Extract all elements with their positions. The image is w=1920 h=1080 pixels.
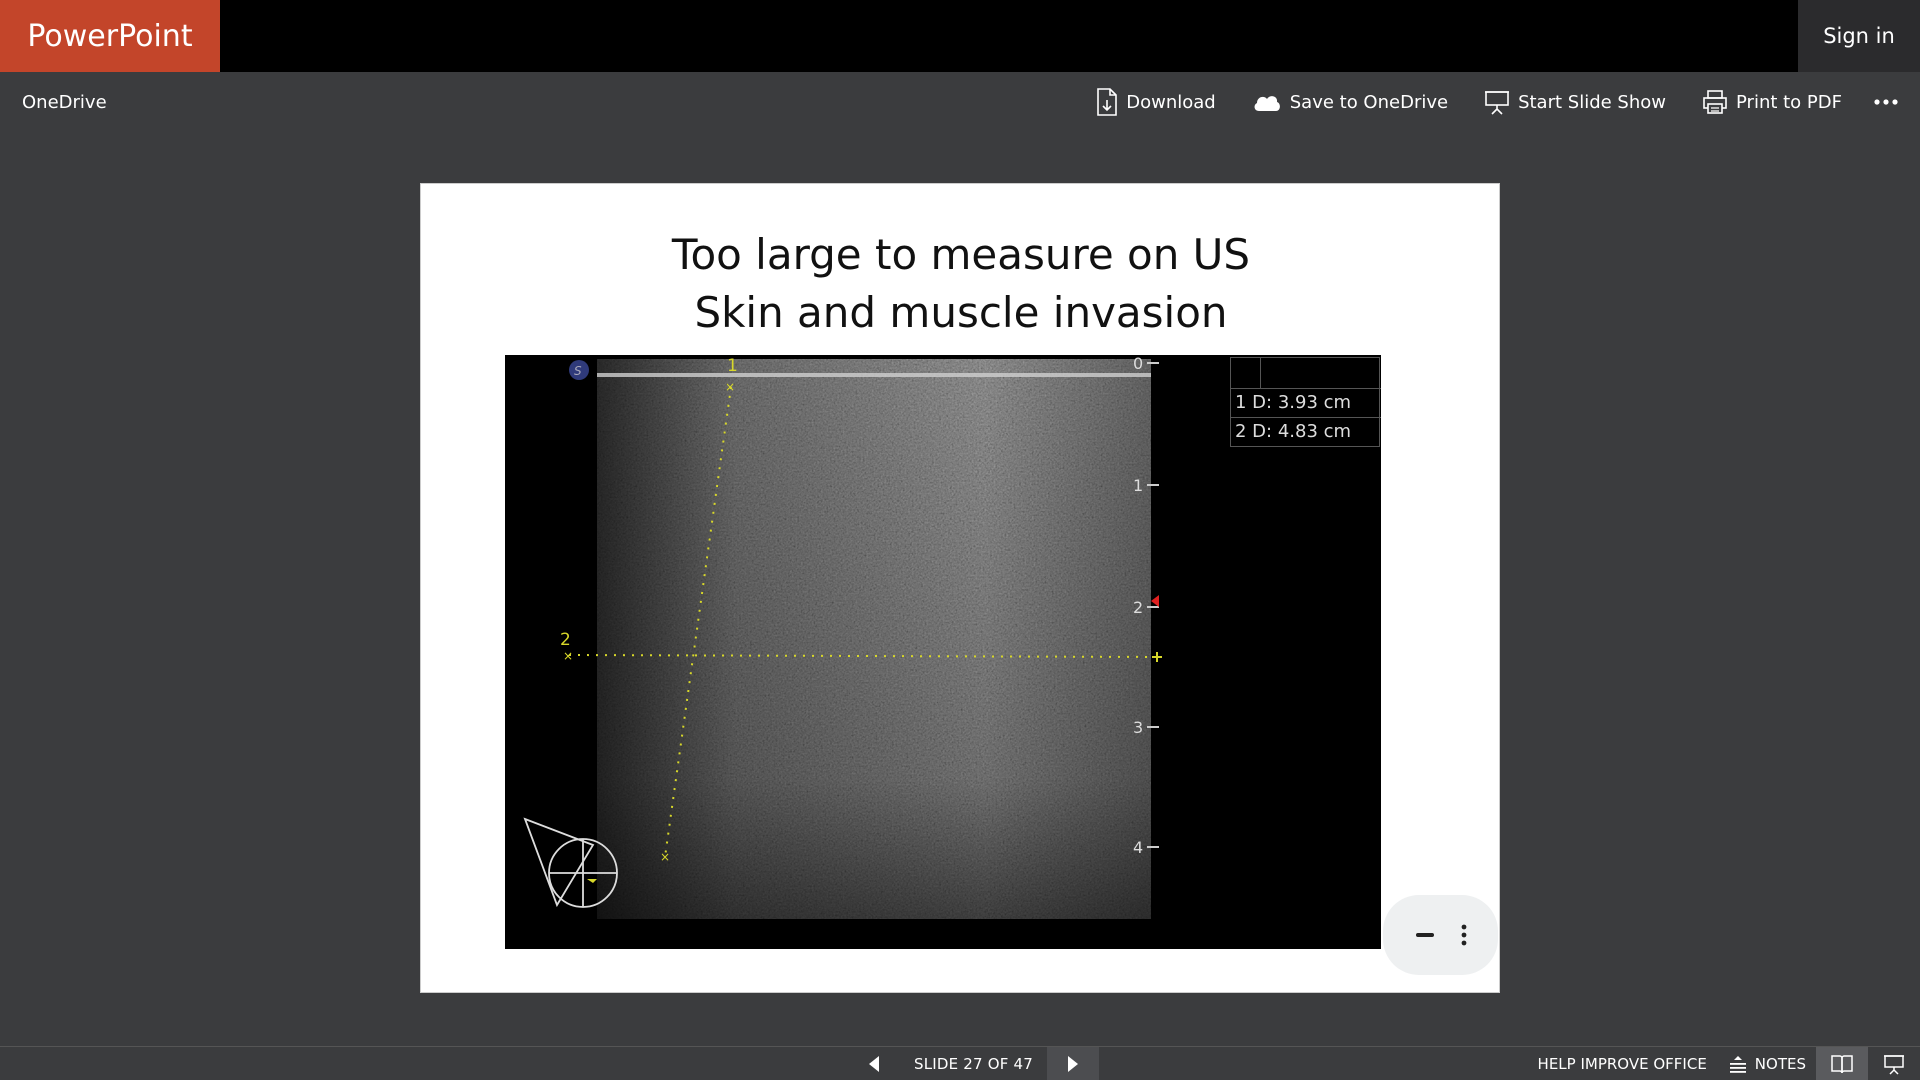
- caliper-label-1: 1: [727, 356, 738, 376]
- minimize-button[interactable]: [1415, 931, 1435, 939]
- print-to-pdf-label: Print to PDF: [1736, 91, 1842, 113]
- minus-icon: [1415, 933, 1434, 937]
- printer-icon: [1703, 90, 1727, 114]
- cloud-icon: [1254, 96, 1280, 111]
- measurement-2: 2 D: 4.83 cm: [1231, 417, 1381, 445]
- depth-tick-2: 2: [1133, 598, 1143, 617]
- start-slide-show-label: Start Slide Show: [1518, 91, 1666, 113]
- save-to-onedrive-label: Save to OneDrive: [1289, 91, 1449, 113]
- download-label: Download: [1126, 91, 1216, 113]
- slide-counter: SLIDE 27 OF 47: [914, 1055, 1034, 1073]
- slide-mini-toolbar: [1383, 895, 1498, 975]
- vertical-ellipsis-icon: [1461, 924, 1466, 946]
- notes-button[interactable]: NOTES: [1729, 1055, 1816, 1073]
- measurement-panel: 1 D: 3.93 cm 2 D: 4.83 cm: [1230, 357, 1381, 447]
- focus-marker: [1151, 595, 1159, 607]
- svg-text:×: ×: [563, 649, 573, 663]
- top-bar: PowerPoint Sign in: [0, 0, 1920, 72]
- status-bar: SLIDE 27 OF 47 HELP IMPROVE OFFICE NOTES: [0, 1046, 1920, 1080]
- slide-title-line-2: Skin and muscle invasion: [694, 288, 1228, 337]
- depth-tick-4: 4: [1133, 838, 1143, 857]
- presentation-icon: [1884, 1055, 1904, 1075]
- notes-icon: [1729, 1056, 1746, 1073]
- next-slide-button[interactable]: [1047, 1047, 1100, 1080]
- ellipsis-icon: [1874, 99, 1898, 105]
- triangle-right-icon: [1068, 1056, 1079, 1072]
- slide-title-line-1: Too large to measure on US: [671, 230, 1251, 279]
- svg-text:×: ×: [660, 850, 670, 864]
- reading-view-button[interactable]: [1816, 1047, 1868, 1080]
- caliper-label-2: 2: [560, 630, 571, 650]
- notes-label: NOTES: [1754, 1055, 1806, 1073]
- status-right-group: HELP IMPROVE OFFICE NOTES: [1516, 1047, 1920, 1080]
- download-icon: [1097, 88, 1118, 116]
- sign-in-button[interactable]: Sign in: [1798, 0, 1920, 72]
- command-group: Download Save to OneDrive Start Slide Sh…: [1078, 72, 1920, 132]
- triangle-left-icon: [869, 1056, 879, 1072]
- measurement-1: 1 D: 3.93 cm: [1231, 388, 1381, 416]
- slide-title: Too large to measure on US Skin and musc…: [421, 226, 1501, 342]
- app-brand[interactable]: PowerPoint: [0, 0, 220, 72]
- slide-show-view-button[interactable]: [1868, 1047, 1920, 1080]
- depth-tick-3: 3: [1133, 718, 1143, 737]
- depth-tick-0: 0: [1133, 355, 1143, 373]
- slide-options-button[interactable]: [1461, 924, 1467, 946]
- depth-tick-1: 1: [1133, 476, 1143, 495]
- help-improve-office-link[interactable]: HELP IMPROVE OFFICE: [1516, 1055, 1729, 1073]
- save-to-onedrive-button[interactable]: Save to OneDrive: [1234, 72, 1466, 132]
- book-icon: [1831, 1055, 1853, 1074]
- svg-text:S: S: [574, 364, 582, 378]
- command-bar: OneDrive Download Save to OneDrive Start…: [0, 72, 1920, 132]
- breadcrumb-onedrive[interactable]: OneDrive: [22, 72, 107, 132]
- ultrasound-image: 0 1 2 3 4 1 × × 2 × S 1 D: 3.93 cm 2 D: …: [505, 355, 1381, 949]
- slide-canvas: Too large to measure on US Skin and musc…: [420, 183, 1500, 993]
- more-options-button[interactable]: [1860, 72, 1920, 132]
- print-to-pdf-button[interactable]: Print to PDF: [1684, 72, 1860, 132]
- presentation-icon: [1485, 91, 1510, 115]
- previous-slide-button[interactable]: [848, 1047, 900, 1080]
- svg-text:×: ×: [725, 380, 735, 394]
- slide-navigation: SLIDE 27 OF 47: [848, 1047, 1100, 1080]
- start-slide-show-button[interactable]: Start Slide Show: [1466, 72, 1684, 132]
- download-button[interactable]: Download: [1078, 72, 1233, 132]
